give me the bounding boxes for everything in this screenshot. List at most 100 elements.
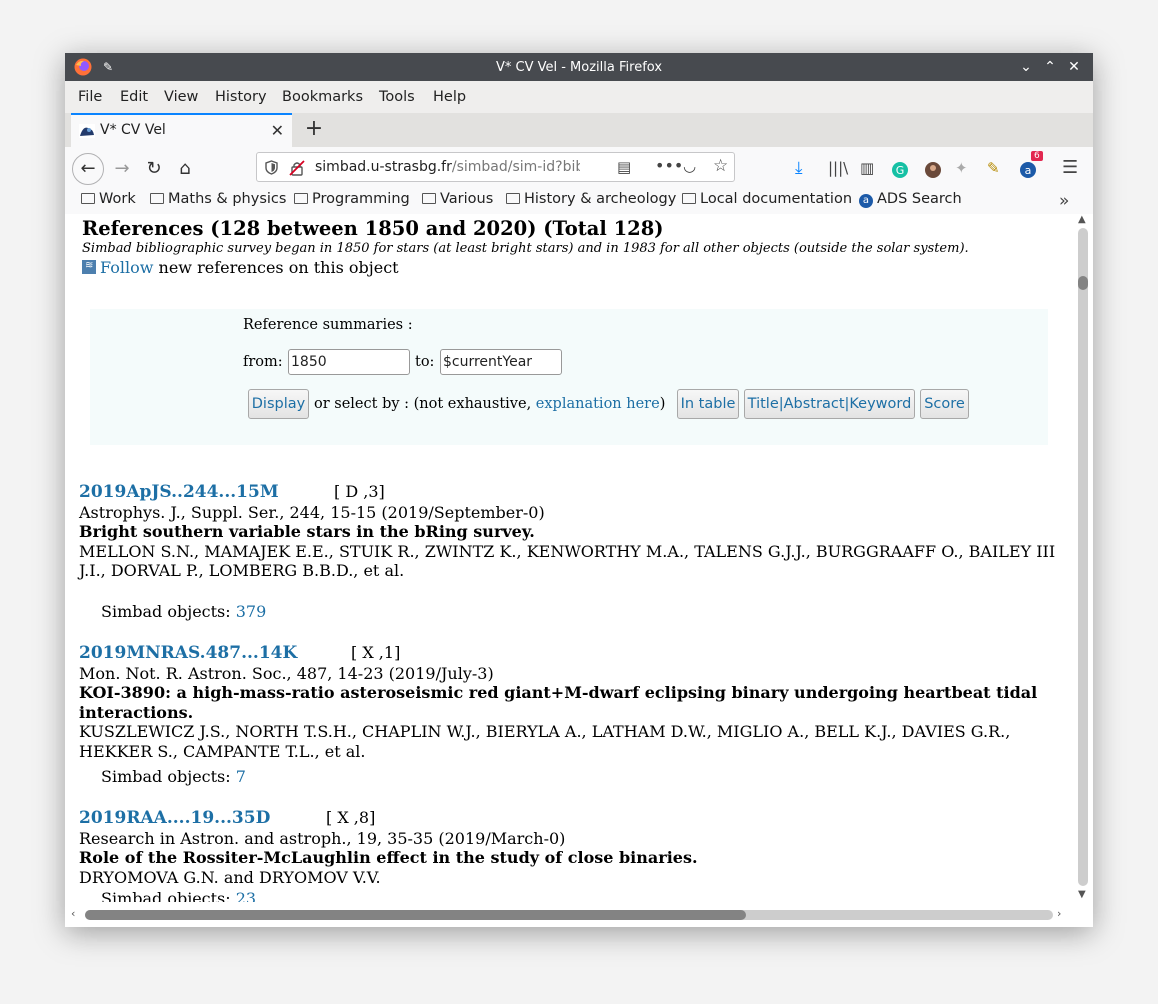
bibcode-link[interactable]: 2019RAA....19...35D [79, 808, 270, 828]
ads-extension-icon[interactable]: a [1019, 161, 1037, 179]
puzzle-extension-icon[interactable]: ✦ [955, 159, 968, 177]
to-year-input[interactable] [440, 349, 562, 375]
rss-icon[interactable]: ≋ [82, 260, 96, 274]
reference-tag: [ X ,1] [351, 643, 401, 662]
reference-summary-panel: Reference summaries : from: to: Display … [90, 309, 1048, 445]
bookmark-folder-history[interactable]: History & archeology [506, 191, 676, 214]
reference-tag: [ D ,3] [334, 482, 385, 501]
bibcode-link[interactable]: 2019ApJS..244...15M [79, 482, 279, 502]
maximize-icon[interactable]: ⌃ [1041, 58, 1059, 76]
follow-link[interactable]: Follow [100, 258, 153, 277]
bookmarks-toolbar: Work Maths & physics Programming Various… [65, 191, 1093, 215]
score-button[interactable]: Score [920, 389, 969, 419]
select-by-text: or select by : (not exhaustive, explanat… [314, 396, 666, 412]
horizontal-scroll-track[interactable] [85, 910, 1053, 920]
in-table-button[interactable]: In table [677, 389, 739, 419]
scroll-down-icon[interactable]: ▼ [1078, 889, 1086, 900]
tab-label: V* CV Vel [100, 122, 166, 138]
vertical-scroll-thumb[interactable] [1078, 276, 1088, 290]
tab-active[interactable]: V* CV Vel ✕ [71, 113, 292, 147]
avatar-extension-icon[interactable] [924, 161, 942, 179]
vertical-scroll-track[interactable] [1078, 228, 1088, 886]
objects-count-link[interactable]: 7 [236, 767, 246, 786]
objects-count-link[interactable]: 379 [236, 602, 267, 621]
reference-entry: 2019RAA....19...35D [ X ,8] Research in … [79, 808, 1064, 902]
journal-line: Research in Astron. and astroph., 19, 35… [79, 828, 566, 848]
folder-icon [81, 193, 95, 204]
to-label: to: [415, 354, 435, 370]
simbad-favicon-icon [79, 124, 95, 138]
bookmark-tool-icon[interactable]: ✎ [987, 159, 1000, 177]
menu-file[interactable]: File [78, 89, 102, 105]
simbad-objects-line: Simbad objects: 379 [101, 602, 267, 621]
scroll-right-icon[interactable]: › [1057, 907, 1061, 920]
authors-line: MELLON S.N., MAMAJEK E.E., STUIK R., ZWI… [79, 541, 1056, 581]
shield-icon[interactable] [265, 160, 278, 175]
tab-strip: V* CV Vel ✕ + [65, 113, 1093, 147]
bookmark-folder-local-docs[interactable]: Local documentation [682, 191, 852, 214]
insecure-lock-icon[interactable] [289, 160, 305, 176]
title-bar: ✎ V* CV Vel - Mozilla Firefox ⌄ ⌃ ✕ [65, 53, 1093, 81]
page-actions-icon[interactable]: ••• [655, 156, 683, 175]
reload-button[interactable]: ↻ [138, 153, 170, 185]
new-tab-button[interactable]: + [299, 115, 329, 145]
bookmark-folder-various[interactable]: Various [422, 191, 493, 214]
folder-icon [294, 193, 308, 204]
reference-title: KOI-3890: a high-mass-ratio asteroseismi… [79, 683, 1038, 722]
bookmark-folder-work[interactable]: Work [81, 191, 136, 214]
journal-line: Astrophys. J., Suppl. Ser., 244, 15-15 (… [79, 502, 545, 522]
library-icon[interactable]: |||\ [828, 159, 848, 177]
menu-history[interactable]: History [215, 89, 267, 105]
home-button[interactable]: ⌂ [169, 153, 201, 185]
tab-close-icon[interactable]: ✕ [271, 121, 284, 140]
horizontal-scrollbar[interactable]: ‹ › [65, 902, 1093, 927]
browser-window: ✎ V* CV Vel - Mozilla Firefox ⌄ ⌃ ✕ File… [65, 53, 1093, 927]
reference-entry: 2019MNRAS.487...14K [ X ,1] Mon. Not. R.… [79, 643, 1064, 786]
minimize-icon[interactable]: ⌄ [1017, 58, 1035, 76]
survey-note: Simbad bibliographic survey began in 185… [82, 241, 969, 256]
bookmark-ads-search[interactable]: a ADS Search [859, 191, 962, 214]
references-heading: References (128 between 1850 and 2020) (… [82, 217, 664, 240]
menu-view[interactable]: View [164, 89, 198, 105]
explanation-link[interactable]: explanation here [536, 396, 660, 412]
journal-line: Mon. Not. R. Astron. Soc., 487, 14-23 (2… [79, 663, 494, 683]
bibcode-link[interactable]: 2019MNRAS.487...14K [79, 643, 297, 663]
reference-title: Bright southern variable stars in the bR… [79, 522, 535, 541]
horizontal-scroll-thumb[interactable] [85, 910, 746, 920]
url-text: simbad.u-strasbg.fr/simbad/sim-id?bib [315, 159, 580, 175]
downloads-icon[interactable]: ⤓ [795, 158, 803, 178]
reference-tag: [ X ,8] [326, 808, 376, 827]
title-abstract-keyword-button[interactable]: Title|Abstract|Keyword [744, 389, 915, 419]
menu-edit[interactable]: Edit [120, 89, 148, 105]
hamburger-menu-icon[interactable]: ☰ [1062, 157, 1078, 178]
vertical-scrollbar[interactable]: ▲ ▼ [1073, 214, 1093, 902]
forward-button[interactable]: → [106, 153, 138, 185]
grammar-extension-icon[interactable]: G [891, 161, 909, 179]
bookmarks-overflow-icon[interactable]: » [1059, 191, 1069, 211]
reader-view-icon[interactable]: ▤ [617, 158, 631, 176]
menu-tools[interactable]: Tools [379, 89, 415, 105]
simbad-objects-line: Simbad objects: 7 [101, 767, 246, 786]
bookmark-folder-maths[interactable]: Maths & physics [150, 191, 286, 214]
reference-title: Role of the Rossiter-McLaughlin effect i… [79, 848, 698, 867]
pocket-icon[interactable]: ◡ [683, 157, 696, 175]
scroll-up-icon[interactable]: ▲ [1078, 214, 1086, 225]
url-host: simbad.u-strasbg.fr [315, 159, 452, 175]
sidebar-icon[interactable]: ▥ [860, 159, 874, 177]
folder-icon [422, 193, 436, 204]
display-button[interactable]: Display [248, 389, 309, 419]
menu-bookmarks[interactable]: Bookmarks [282, 89, 363, 105]
from-year-input[interactable] [288, 349, 410, 375]
page-content: References (128 between 1850 and 2020) (… [65, 214, 1073, 902]
menu-help[interactable]: Help [433, 89, 466, 105]
bookmark-folder-programming[interactable]: Programming [294, 191, 410, 214]
bookmark-star-icon[interactable]: ☆ [713, 156, 728, 176]
scroll-left-icon[interactable]: ‹ [71, 907, 75, 920]
svg-text:G: G [896, 164, 905, 177]
summaries-label: Reference summaries : [243, 317, 413, 333]
objects-count-link[interactable]: 23 [236, 889, 256, 902]
close-window-icon[interactable]: ✕ [1065, 58, 1083, 76]
simbad-objects-line: Simbad objects: 23 [101, 889, 256, 902]
back-button[interactable]: ← [72, 153, 104, 185]
url-bar[interactable]: simbad.u-strasbg.fr/simbad/sim-id?bib ▤ … [256, 152, 735, 182]
